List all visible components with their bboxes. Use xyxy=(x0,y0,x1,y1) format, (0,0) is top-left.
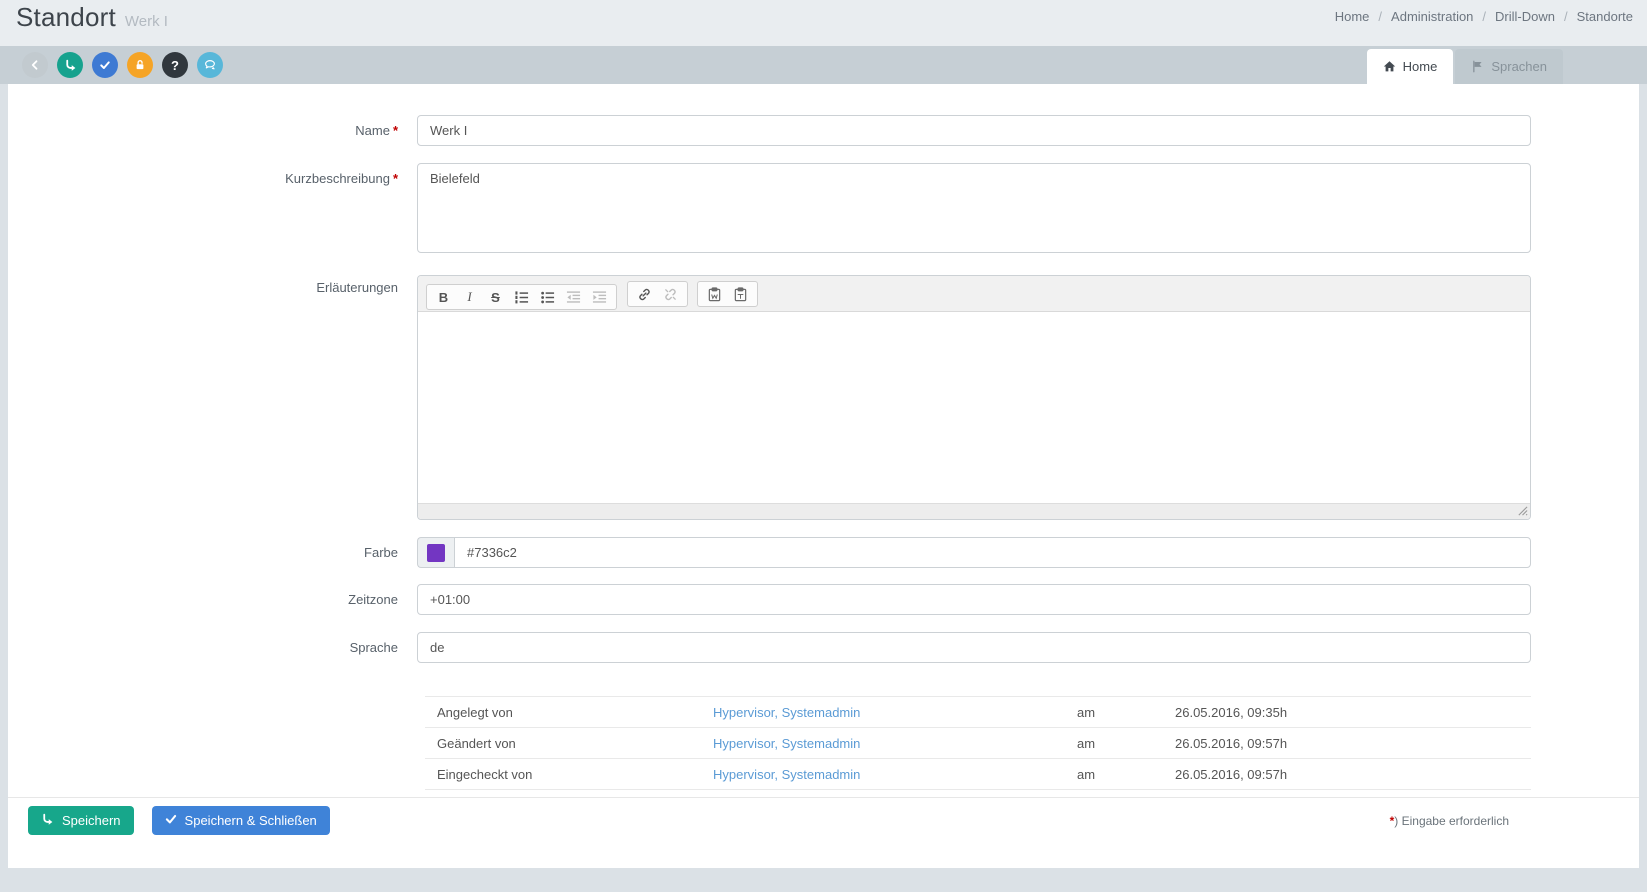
breadcrumb-separator: / xyxy=(1378,9,1383,24)
tab-home[interactable]: Home xyxy=(1366,49,1454,84)
required-marker: * xyxy=(392,123,398,138)
form-row-sprache: Sprache xyxy=(8,632,1639,663)
form-row-zeitzone: Zeitzone xyxy=(8,584,1639,615)
breadcrumb: Home / Administration / Drill-Down / Sta… xyxy=(1335,9,1633,24)
speichern-label: Speichern xyxy=(62,813,121,828)
unlock-button[interactable] xyxy=(127,52,153,78)
rte-footer xyxy=(418,503,1530,519)
breadcrumb-home[interactable]: Home xyxy=(1335,9,1370,24)
audit-label: Geändert von xyxy=(437,735,516,751)
page-subtitle: Werk I xyxy=(124,13,168,30)
save-button-toolbar[interactable] xyxy=(57,52,83,78)
color-swatch[interactable] xyxy=(427,543,445,562)
audit-table: Angelegt von Hypervisor, Systemadmin am … xyxy=(425,696,1531,790)
check-icon xyxy=(99,59,111,71)
sprache-label: Sprache xyxy=(349,640,398,655)
required-marker: * xyxy=(392,171,398,186)
speichern-button[interactable]: Speichern xyxy=(28,806,134,835)
breadcrumb-standorte[interactable]: Standorte xyxy=(1577,9,1633,24)
breadcrumb-separator: / xyxy=(1482,9,1487,24)
languages-icon xyxy=(1471,60,1484,73)
color-picker-addon[interactable] xyxy=(417,537,454,568)
italic-button[interactable]: I xyxy=(461,289,478,306)
check-icon xyxy=(165,813,177,828)
speichern-schliessen-label: Speichern & Schließen xyxy=(184,813,317,828)
audit-row-geaendert: Geändert von Hypervisor, Systemadmin am … xyxy=(425,728,1531,759)
audit-datetime: 26.05.2016, 09:57h xyxy=(1175,766,1288,782)
audit-label: Eingecheckt von xyxy=(437,766,533,782)
unordered-list-button[interactable] xyxy=(539,289,556,306)
tab-bar: Home Sprachen xyxy=(1366,49,1563,84)
audit-label: Angelegt von xyxy=(437,704,513,720)
tab-home-label: Home xyxy=(1402,59,1438,74)
paste-from-word-button[interactable] xyxy=(706,286,723,303)
help-button[interactable]: ? xyxy=(162,52,188,78)
form-row-erlaeuterungen: Erläuterungen B I S xyxy=(8,275,1639,520)
name-label: Name * xyxy=(355,123,398,138)
audit-row-angelegt: Angelegt von Hypervisor, Systemadmin am … xyxy=(425,697,1531,728)
audit-user-link[interactable]: Hypervisor, Systemadmin xyxy=(713,705,1077,720)
breadcrumb-administration[interactable]: Administration xyxy=(1391,9,1473,24)
comments-button[interactable] xyxy=(197,52,223,78)
audit-user-link[interactable]: Hypervisor, Systemadmin xyxy=(713,767,1077,782)
outdent-button[interactable] xyxy=(565,289,582,306)
form-row-farbe: Farbe xyxy=(8,537,1639,568)
zeitzone-field[interactable] xyxy=(417,584,1531,615)
approve-button[interactable] xyxy=(92,52,118,78)
audit-preposition: am xyxy=(1077,735,1096,751)
rte-toolbar: B I S xyxy=(418,276,1530,312)
panel-footer: Speichern Speichern & Schließen *) Einga… xyxy=(8,797,1639,868)
name-field[interactable] xyxy=(417,115,1531,146)
zeitzone-label: Zeitzone xyxy=(348,592,398,607)
link-button[interactable] xyxy=(636,286,653,303)
save-arrow-icon xyxy=(41,813,54,829)
app-header: Standort Werk I Home / Administration / … xyxy=(0,0,1647,46)
form-row-kurzbeschreibung: Kurzbeschreibung * Bielefeld xyxy=(8,163,1639,256)
content-panel: Name* Kurzbeschreibung* Bielefeld Erläut… xyxy=(8,84,1639,868)
ordered-list-button[interactable] xyxy=(513,289,530,306)
toolbar-strip: ? Home Sprachen xyxy=(0,46,1647,84)
color-input-group xyxy=(417,537,1531,568)
audit-datetime: 26.05.2016, 09:35h xyxy=(1175,704,1288,720)
bold-button[interactable]: B xyxy=(435,289,452,306)
paste-text-button[interactable] xyxy=(732,286,749,303)
audit-preposition: am xyxy=(1077,704,1096,720)
required-note: *) Eingabe erforderlich xyxy=(1389,814,1509,828)
form-row-name: Name * xyxy=(8,115,1639,146)
action-toolbar: ? xyxy=(22,52,223,78)
erlaeuterungen-field[interactable] xyxy=(418,312,1530,503)
audit-row-eingecheckt: Eingecheckt von Hypervisor, Systemadmin … xyxy=(425,759,1531,790)
resize-handle-icon[interactable] xyxy=(1517,504,1528,519)
breadcrumb-drill-down[interactable]: Drill-Down xyxy=(1495,9,1555,24)
page-title: Standort xyxy=(16,2,116,32)
sprache-field[interactable] xyxy=(417,632,1531,663)
speichern-schliessen-button[interactable]: Speichern & Schließen xyxy=(151,806,330,835)
home-icon xyxy=(1383,60,1396,73)
farbe-label: Farbe xyxy=(364,545,398,560)
title-line: Standort Werk I xyxy=(16,2,168,33)
audit-preposition: am xyxy=(1077,766,1096,782)
question-icon: ? xyxy=(171,57,179,73)
kurzbeschreibung-field[interactable]: Bielefeld xyxy=(417,163,1531,253)
speech-bubbles-icon xyxy=(203,58,217,72)
erlaeuterungen-label: Erläuterungen xyxy=(316,280,398,295)
chevron-left-icon xyxy=(29,59,41,71)
standort-form: Name* Kurzbeschreibung* Bielefeld Erläut… xyxy=(8,84,1639,790)
back-button[interactable] xyxy=(22,52,48,78)
tab-sprachen-label: Sprachen xyxy=(1491,59,1547,74)
indent-button[interactable] xyxy=(591,289,608,306)
unlock-icon xyxy=(134,59,146,71)
unlink-button[interactable] xyxy=(662,286,679,303)
kurzbeschreibung-label: Kurzbeschreibung * xyxy=(285,171,398,186)
strikethrough-button[interactable]: S xyxy=(487,289,504,306)
breadcrumb-separator: / xyxy=(1564,9,1568,24)
audit-datetime: 26.05.2016, 09:57h xyxy=(1175,735,1288,751)
tab-sprachen[interactable]: Sprachen xyxy=(1455,49,1563,84)
farbe-field[interactable] xyxy=(454,537,1531,568)
audit-user-link[interactable]: Hypervisor, Systemadmin xyxy=(713,736,1077,751)
rich-text-editor: B I S xyxy=(417,275,1531,520)
save-arrow-icon xyxy=(64,59,77,72)
